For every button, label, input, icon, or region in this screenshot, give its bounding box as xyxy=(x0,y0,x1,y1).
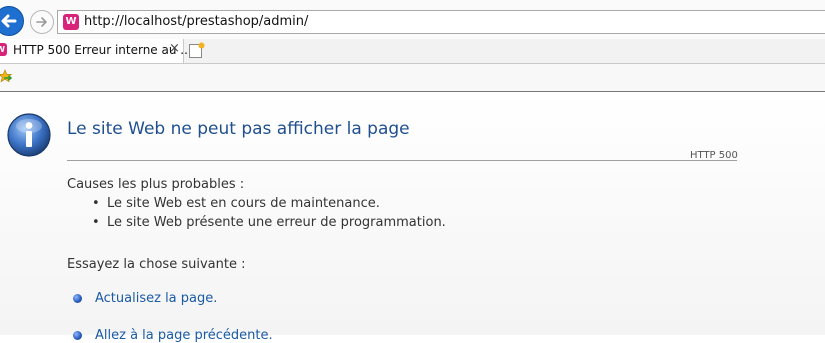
active-tab[interactable]: W HTTP 500 Erreur interne au ... × xyxy=(0,39,192,63)
error-page: Le site Web ne peut pas afficher la page… xyxy=(0,92,825,343)
new-tab-icon xyxy=(189,42,205,58)
address-url[interactable]: http://localhost/prestashop/admin/ xyxy=(84,14,308,29)
address-bar[interactable]: W http://localhost/prestashop/admin/ xyxy=(57,10,825,34)
divider xyxy=(67,160,737,161)
causes-list: Le site Web est en cours de maintenance.… xyxy=(92,196,446,234)
back-arrow-icon xyxy=(1,14,17,28)
tab-close-button[interactable]: × xyxy=(169,41,180,56)
list-item: Le site Web présente une erreur de progr… xyxy=(92,215,446,234)
new-tab-button[interactable] xyxy=(188,42,206,59)
causes-heading: Causes les plus probables : xyxy=(67,177,245,192)
browser-toolbar: W http://localhost/prestashop/admin/ xyxy=(0,0,825,42)
bullet-icon xyxy=(73,331,82,340)
forward-arrow-icon xyxy=(36,17,47,27)
wamp-site-icon: W xyxy=(63,14,79,30)
refresh-link[interactable]: Actualisez la page. xyxy=(95,291,217,306)
info-icon xyxy=(7,113,51,157)
tab-site-icon: W xyxy=(0,43,7,56)
page-title: Le site Web ne peut pas afficher la page xyxy=(67,119,410,139)
list-item: Le site Web est en cours de maintenance. xyxy=(92,196,446,215)
tab-bar: W HTTP 500 Erreur interne au ... × xyxy=(0,39,825,64)
back-button[interactable] xyxy=(0,6,24,36)
bullet-icon xyxy=(73,294,82,303)
favorites-bar xyxy=(0,64,825,92)
suggestions-heading: Essayez la chose suivante : xyxy=(67,257,246,272)
forward-button[interactable] xyxy=(30,10,54,34)
favorites-icon[interactable] xyxy=(0,69,12,83)
go-back-link[interactable]: Allez à la page précédente. xyxy=(95,328,273,343)
tab-title: HTTP 500 Erreur interne au ... xyxy=(13,43,192,57)
